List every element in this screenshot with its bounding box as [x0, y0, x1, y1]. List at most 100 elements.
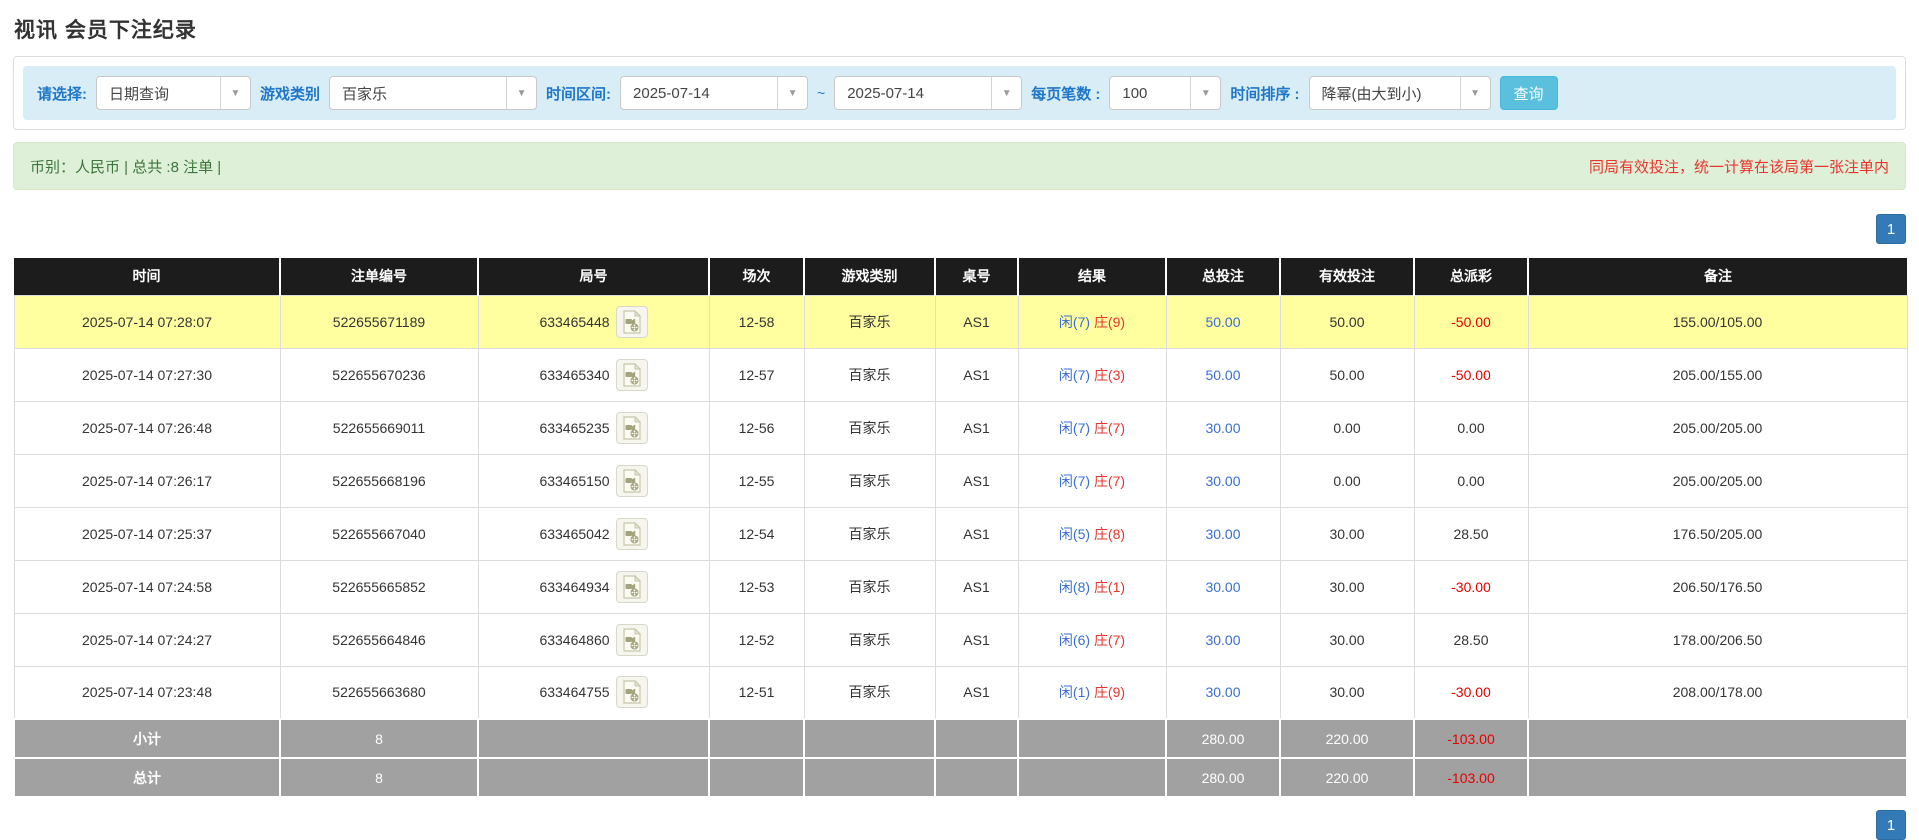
- date-to-select[interactable]: 2025-07-14 ▼: [834, 76, 1022, 110]
- bet-records-table: 时间 注单编号 局号 场次 游戏类别 桌号 结果 总投注 有效投注 总派彩 备注…: [13, 258, 1908, 798]
- per-page-label: 每页笔数 :: [1031, 83, 1100, 104]
- chevron-down-icon: ▼: [220, 77, 250, 109]
- result-banker: 庄(7): [1094, 632, 1125, 648]
- total-bet-link[interactable]: 30.00: [1205, 579, 1240, 595]
- valid-bet-cell: 0.00: [1280, 454, 1414, 507]
- video-replay-button[interactable]: [616, 412, 648, 444]
- payout-cell: 28.50: [1414, 613, 1528, 666]
- header-remark: 备注: [1528, 258, 1907, 295]
- payout-cell: -30.00: [1414, 560, 1528, 613]
- time-cell: 2025-07-14 07:24:58: [14, 560, 280, 613]
- round-id-cell: 633465235: [478, 401, 709, 454]
- search-button[interactable]: 查询: [1500, 76, 1558, 110]
- page-1-button[interactable]: 1: [1876, 214, 1906, 244]
- table-body: 2025-07-14 07:28:07 522655671189 6334654…: [14, 295, 1907, 719]
- video-replay-button[interactable]: [616, 676, 648, 708]
- chevron-down-icon: ▼: [991, 77, 1021, 109]
- game-type-value: 百家乐: [330, 77, 506, 109]
- game-type-cell: 百家乐: [804, 454, 935, 507]
- header-valid-bet: 有效投注: [1280, 258, 1414, 295]
- select-type-label: 请选择:: [37, 83, 87, 104]
- query-type-value: 日期查询: [97, 77, 220, 109]
- total-bet-link[interactable]: 30.00: [1205, 684, 1240, 700]
- payout-cell: -30.00: [1414, 666, 1528, 719]
- sort-value: 降幂(由大到小): [1310, 77, 1460, 109]
- page-1-button-bottom[interactable]: 1: [1876, 810, 1906, 840]
- game-type-cell: 百家乐: [804, 507, 935, 560]
- chevron-down-icon: ▼: [777, 77, 807, 109]
- filter-panel: 请选择: 日期查询 ▼ 游戏类别 百家乐 ▼ 时间区间: 2025-07-14 …: [13, 56, 1906, 130]
- pagination-bottom: 1: [13, 810, 1906, 840]
- total-bet-link[interactable]: 30.00: [1205, 420, 1240, 436]
- header-table-no: 桌号: [935, 258, 1018, 295]
- per-page-value: 100: [1110, 77, 1190, 109]
- game-type-cell: 百家乐: [804, 348, 935, 401]
- header-time: 时间: [14, 258, 280, 295]
- game-type-select[interactable]: 百家乐 ▼: [329, 76, 537, 110]
- round-id-value: 633465150: [539, 473, 609, 489]
- payout-cell: 0.00: [1414, 401, 1528, 454]
- table-row: 2025-07-14 07:24:27 522655664846 6334648…: [14, 613, 1907, 666]
- time-cell: 2025-07-14 07:28:07: [14, 295, 280, 348]
- table-row: 2025-07-14 07:25:37 522655667040 6334650…: [14, 507, 1907, 560]
- header-round-id: 局号: [478, 258, 709, 295]
- date-from-value: 2025-07-14: [621, 77, 777, 109]
- result-cell: 闲(6) 庄(7): [1018, 613, 1166, 666]
- remark-cell: 176.50/205.00: [1528, 507, 1907, 560]
- total-row: 总计 8 280.00 220.00 -103.00: [14, 758, 1907, 797]
- total-bet-link[interactable]: 50.00: [1205, 314, 1240, 330]
- total-bet-link[interactable]: 50.00: [1205, 367, 1240, 383]
- remark-cell: 178.00/206.50: [1528, 613, 1907, 666]
- total-valid-bet: 220.00: [1280, 758, 1414, 797]
- result-banker: 庄(9): [1094, 314, 1125, 330]
- query-type-select[interactable]: 日期查询 ▼: [96, 76, 251, 110]
- header-payout: 总派彩: [1414, 258, 1528, 295]
- valid-bet-cell: 50.00: [1280, 348, 1414, 401]
- total-bet-link[interactable]: 30.00: [1205, 632, 1240, 648]
- valid-bet-cell: 0.00: [1280, 401, 1414, 454]
- per-page-select[interactable]: 100 ▼: [1109, 76, 1221, 110]
- video-replay-button[interactable]: [616, 359, 648, 391]
- table-row: 2025-07-14 07:26:48 522655669011 6334652…: [14, 401, 1907, 454]
- round-id-value: 633464755: [539, 684, 609, 700]
- video-replay-button[interactable]: [616, 624, 648, 656]
- total-payout: -103.00: [1414, 758, 1528, 797]
- date-from-select[interactable]: 2025-07-14 ▼: [620, 76, 808, 110]
- result-player: 闲(7): [1059, 367, 1090, 383]
- time-cell: 2025-07-14 07:27:30: [14, 348, 280, 401]
- video-file-icon: [622, 469, 642, 493]
- header-session: 场次: [709, 258, 804, 295]
- game-type-cell: 百家乐: [804, 666, 935, 719]
- video-replay-button[interactable]: [616, 518, 648, 550]
- table-row: 2025-07-14 07:27:30 522655670236 6334653…: [14, 348, 1907, 401]
- header-game-type: 游戏类别: [804, 258, 935, 295]
- video-file-icon: [622, 310, 642, 334]
- video-replay-button[interactable]: [616, 465, 648, 497]
- result-cell: 闲(7) 庄(7): [1018, 454, 1166, 507]
- session-cell: 12-53: [709, 560, 804, 613]
- table-no-cell: AS1: [935, 507, 1018, 560]
- session-cell: 12-52: [709, 613, 804, 666]
- table-no-cell: AS1: [935, 348, 1018, 401]
- payout-cell: -50.00: [1414, 295, 1528, 348]
- valid-bet-notice: 同局有效投注，统一计算在该局第一张注单内: [1589, 156, 1889, 177]
- result-player: 闲(7): [1059, 473, 1090, 489]
- result-player: 闲(7): [1059, 314, 1090, 330]
- page-title: 视讯 会员下注纪录: [14, 14, 1919, 44]
- video-file-icon: [622, 363, 642, 387]
- result-cell: 闲(8) 庄(1): [1018, 560, 1166, 613]
- time-cell: 2025-07-14 07:24:27: [14, 613, 280, 666]
- result-player: 闲(6): [1059, 632, 1090, 648]
- round-id-value: 633465448: [539, 314, 609, 330]
- total-bet-cell: 50.00: [1166, 348, 1280, 401]
- total-label: 总计: [14, 758, 280, 797]
- video-replay-button[interactable]: [616, 306, 648, 338]
- sort-select[interactable]: 降幂(由大到小) ▼: [1309, 76, 1491, 110]
- video-replay-button[interactable]: [616, 571, 648, 603]
- table-no-cell: AS1: [935, 613, 1018, 666]
- total-bet-link[interactable]: 30.00: [1205, 473, 1240, 489]
- result-cell: 闲(1) 庄(9): [1018, 666, 1166, 719]
- total-bet-link[interactable]: 30.00: [1205, 526, 1240, 542]
- remark-cell: 205.00/155.00: [1528, 348, 1907, 401]
- session-cell: 12-51: [709, 666, 804, 719]
